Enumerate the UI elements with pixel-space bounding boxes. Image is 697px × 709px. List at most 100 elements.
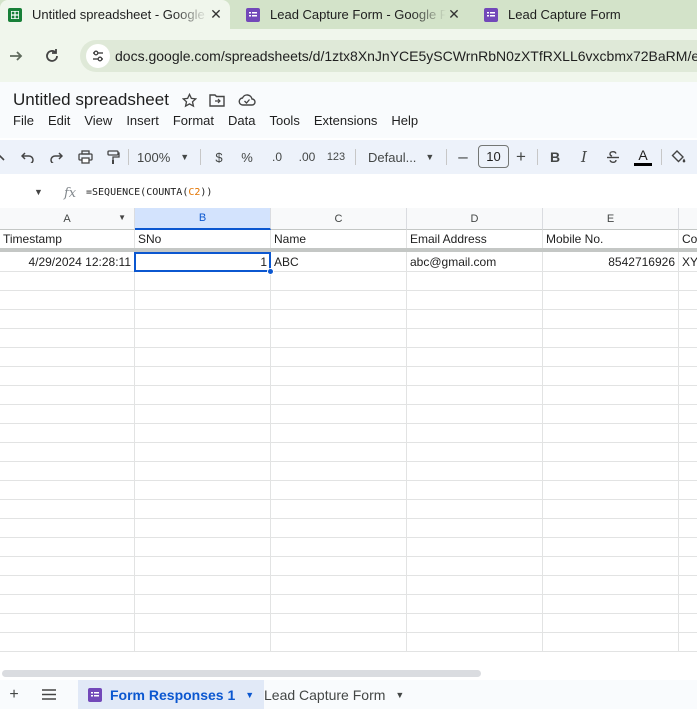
fill-handle[interactable] bbox=[267, 268, 274, 275]
cell[interactable] bbox=[543, 443, 679, 462]
cell[interactable] bbox=[0, 519, 135, 538]
cell[interactable] bbox=[271, 595, 407, 614]
column-header-e[interactable]: E bbox=[543, 208, 679, 230]
cell[interactable] bbox=[407, 329, 543, 348]
column-header-a[interactable]: A ▼ bbox=[0, 208, 135, 230]
cell[interactable] bbox=[0, 462, 135, 481]
column-header-c[interactable]: C bbox=[271, 208, 407, 230]
cell[interactable] bbox=[407, 291, 543, 310]
cell[interactable] bbox=[135, 481, 271, 500]
cell[interactable] bbox=[271, 329, 407, 348]
cell[interactable] bbox=[135, 386, 271, 405]
cell[interactable] bbox=[135, 348, 271, 367]
cell[interactable] bbox=[271, 348, 407, 367]
cell[interactable] bbox=[135, 595, 271, 614]
cell[interactable] bbox=[679, 405, 697, 424]
cell[interactable] bbox=[543, 595, 679, 614]
cell[interactable] bbox=[543, 367, 679, 386]
cell[interactable] bbox=[543, 310, 679, 329]
cell[interactable] bbox=[271, 614, 407, 633]
cell[interactable] bbox=[679, 538, 697, 557]
cell[interactable] bbox=[679, 633, 697, 652]
cell[interactable] bbox=[679, 291, 697, 310]
cell[interactable] bbox=[407, 367, 543, 386]
cell[interactable] bbox=[271, 462, 407, 481]
cell[interactable] bbox=[135, 424, 271, 443]
close-icon[interactable]: ✕ bbox=[446, 6, 462, 23]
cell[interactable] bbox=[0, 443, 135, 462]
close-icon[interactable]: ✕ bbox=[208, 6, 224, 23]
column-header-f[interactable] bbox=[679, 208, 697, 230]
cell[interactable] bbox=[135, 310, 271, 329]
cell[interactable] bbox=[679, 576, 697, 595]
cell[interactable] bbox=[0, 576, 135, 595]
cell[interactable] bbox=[679, 443, 697, 462]
redo-button[interactable] bbox=[46, 140, 66, 174]
cell[interactable] bbox=[407, 424, 543, 443]
cell[interactable] bbox=[135, 367, 271, 386]
cell[interactable] bbox=[679, 424, 697, 443]
cell[interactable] bbox=[271, 272, 407, 291]
cell[interactable] bbox=[135, 272, 271, 291]
cell[interactable] bbox=[135, 576, 271, 595]
cell[interactable] bbox=[679, 500, 697, 519]
cell[interactable] bbox=[679, 462, 697, 481]
search-menus-icon[interactable] bbox=[0, 140, 8, 174]
cell[interactable] bbox=[271, 576, 407, 595]
font-select[interactable]: Defaul... ▼ bbox=[366, 140, 438, 174]
cell[interactable] bbox=[0, 272, 135, 291]
cell[interactable] bbox=[135, 443, 271, 462]
browser-tab-form-preview[interactable]: Lead Capture Form bbox=[476, 0, 697, 29]
cell[interactable] bbox=[407, 576, 543, 595]
document-title[interactable]: Untitled spreadsheet bbox=[13, 90, 169, 110]
cell[interactable]: Mobile No. bbox=[543, 230, 679, 249]
cell[interactable] bbox=[135, 519, 271, 538]
cell[interactable] bbox=[679, 272, 697, 291]
cell[interactable] bbox=[543, 633, 679, 652]
cell[interactable] bbox=[543, 386, 679, 405]
cell[interactable] bbox=[543, 500, 679, 519]
decrease-decimal-button[interactable]: .0 bbox=[266, 140, 288, 174]
cell[interactable]: abc@gmail.com bbox=[407, 252, 543, 272]
cell[interactable] bbox=[407, 614, 543, 633]
font-size-input[interactable]: 10 bbox=[478, 145, 509, 168]
cell[interactable] bbox=[407, 386, 543, 405]
cell[interactable] bbox=[0, 481, 135, 500]
cell[interactable] bbox=[271, 291, 407, 310]
cell[interactable] bbox=[679, 557, 697, 576]
cell[interactable] bbox=[271, 633, 407, 652]
reload-button[interactable] bbox=[38, 42, 66, 70]
print-button[interactable] bbox=[75, 140, 95, 174]
menu-view[interactable]: View bbox=[77, 112, 119, 129]
cell[interactable] bbox=[0, 405, 135, 424]
cell[interactable]: Co bbox=[679, 230, 697, 249]
cell[interactable] bbox=[543, 348, 679, 367]
browser-tab-sheets[interactable]: Untitled spreadsheet - Google Sheets ✕ bbox=[0, 0, 230, 29]
browser-tab-forms[interactable]: Lead Capture Form - Google Forms ✕ bbox=[238, 0, 468, 29]
cell[interactable] bbox=[0, 329, 135, 348]
menu-data[interactable]: Data bbox=[221, 112, 262, 129]
cell[interactable] bbox=[543, 538, 679, 557]
cell[interactable] bbox=[679, 481, 697, 500]
cell[interactable] bbox=[679, 367, 697, 386]
cell[interactable] bbox=[0, 614, 135, 633]
cell[interactable] bbox=[135, 329, 271, 348]
cell[interactable] bbox=[407, 272, 543, 291]
cell[interactable]: 8542716926 bbox=[543, 252, 679, 272]
forward-button[interactable] bbox=[2, 42, 30, 70]
menu-insert[interactable]: Insert bbox=[119, 112, 166, 129]
cell[interactable] bbox=[0, 424, 135, 443]
cell[interactable] bbox=[271, 481, 407, 500]
text-color-button[interactable]: A bbox=[632, 140, 654, 174]
menu-help[interactable]: Help bbox=[384, 112, 425, 129]
cell[interactable] bbox=[679, 310, 697, 329]
cell[interactable]: Timestamp bbox=[0, 230, 135, 249]
cell[interactable] bbox=[407, 348, 543, 367]
cell[interactable] bbox=[135, 557, 271, 576]
address-bar[interactable]: docs.google.com/spreadsheets/d/1ztx8XnJn… bbox=[80, 40, 697, 72]
star-icon[interactable] bbox=[180, 91, 198, 109]
sheet-tab-lead-capture-form[interactable]: Lead Capture Form ▼ bbox=[254, 680, 414, 709]
cell[interactable] bbox=[679, 386, 697, 405]
cell[interactable] bbox=[135, 538, 271, 557]
formula-input[interactable]: =SEQUENCE(COUNTA(C2)) bbox=[86, 187, 212, 198]
